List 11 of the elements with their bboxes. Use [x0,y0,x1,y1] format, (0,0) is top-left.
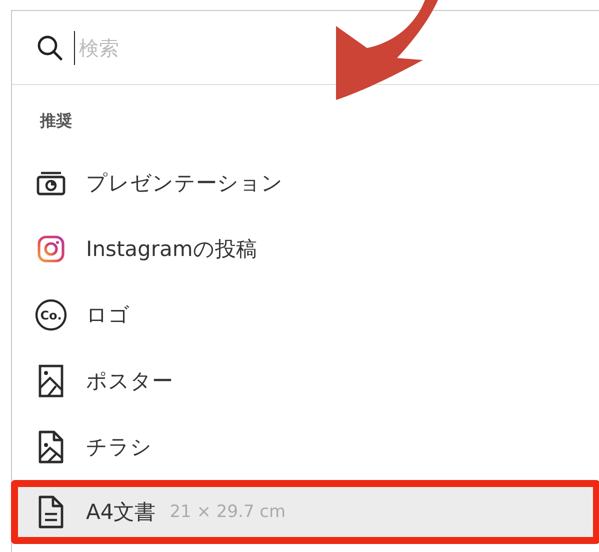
search-icon [36,34,64,62]
menu-item[interactable]: プレゼンテーション [12,150,599,216]
logo-icon: Co. [34,299,68,331]
presentation-icon [34,170,68,196]
menu-item[interactable]: チラシ [12,414,599,480]
size-label: 21 × 29.7 cm [170,502,286,522]
menu-item[interactable]: Co. ロゴ [12,282,599,348]
menu-item[interactable]: Instagramの投稿 [12,216,599,282]
section-heading: 推奨 [38,111,73,132]
menu-item[interactable]: ポスター [12,348,599,414]
menu-item[interactable]: A4文書 21 × 29.7 cm [11,480,599,544]
